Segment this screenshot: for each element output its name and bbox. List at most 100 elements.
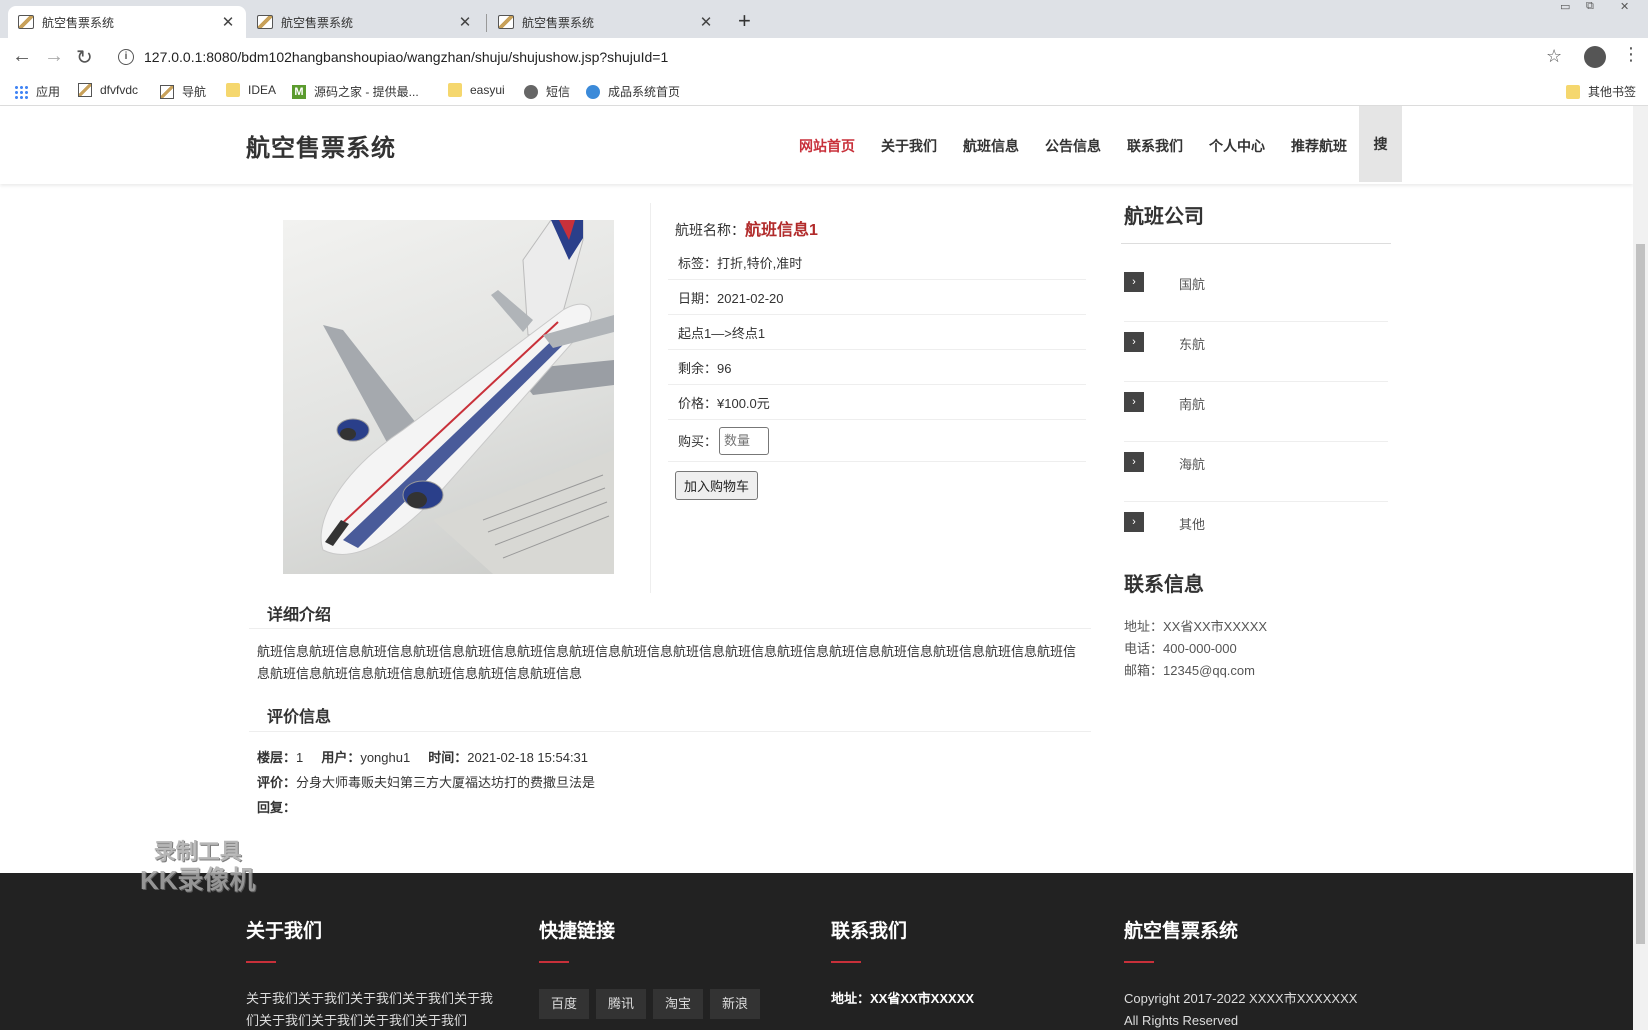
bookmark-daohang[interactable]: 导航 [160,83,206,100]
company-item[interactable]: › 南航 [1124,382,1388,442]
review-reply: 回复： [257,797,296,816]
footer-about-text: 关于我们关于我们关于我们关于我们关于我们关于我们关于我们关于我们关于我们 [246,991,494,1028]
company-item[interactable]: › 东航 [1124,322,1388,382]
browser-tab-1[interactable]: 航空售票系统 ✕ [8,6,246,38]
footer-link-sina[interactable]: 新浪 [710,989,761,1019]
contact-address: 地址：XX省XX市XXXXX [1124,619,1268,634]
buy-label: 购买： [678,434,718,449]
close-icon[interactable]: ✕ [457,13,473,31]
search-button[interactable]: 搜 [1359,106,1402,182]
footer-link-baidu[interactable]: 百度 [539,989,590,1019]
flight-price: 价格：¥100.0元 [668,385,1086,420]
site-info-icon[interactable]: i [118,49,134,65]
footer-accent-line [539,961,569,963]
company-label[interactable]: 南航 [1179,394,1205,413]
bookmark-homepage[interactable]: 成品系统首页 [586,83,680,100]
scrollbar-thumb[interactable] [1636,244,1645,944]
review-meta: 楼层：1 用户：yonghu1 时间：2021-02-18 15:54:31 [257,747,588,766]
flight-name-value: 航班信息1 [745,222,818,239]
footer-link-taobao[interactable]: 淘宝 [653,989,704,1019]
chevron-right-icon: › [1124,332,1144,352]
bookmark-idea[interactable]: IDEA [226,83,276,97]
intro-title: 详细介绍 [267,607,332,624]
nav-about[interactable]: 关于我们 [881,136,937,156]
company-label[interactable]: 海航 [1179,454,1205,473]
floor-label: 楼层： [257,750,297,765]
folder-icon [448,83,462,97]
bookmark-easyui[interactable]: easyui [448,83,505,97]
footer-link-tencent[interactable]: 腾讯 [596,989,647,1019]
bookmark-label: 导航 [182,85,207,99]
bookmark-apps[interactable]: 应用 [14,83,60,100]
quantity-input[interactable] [719,426,770,455]
chevron-right-icon: › [1124,512,1144,532]
site-footer: 关于我们 关于我们关于我们关于我们关于我们关于我们关于我们关于我们关于我们关于我… [0,873,1633,1030]
nav-contact[interactable]: 联系我们 [1127,136,1183,156]
reload-icon[interactable]: ↻ [76,45,93,70]
company-label[interactable]: 东航 [1179,334,1205,353]
nav-flights[interactable]: 航班信息 [963,136,1019,156]
content-divider [650,203,651,593]
footer-copyright: Copyright 2017-2022 XXXX市XXXXXXX All Rig… [1124,991,1358,1028]
company-item[interactable]: › 国航 [1124,262,1388,322]
chevron-right-icon: › [1124,452,1144,472]
nav-user-center[interactable]: 个人中心 [1209,136,1265,156]
close-icon[interactable]: ✕ [220,13,236,31]
minimize-icon[interactable]: ▭ [1560,0,1570,14]
bookmark-star-icon[interactable]: ☆ [1546,46,1562,67]
nav-recommended[interactable]: 推荐航班 [1291,136,1347,156]
flight-name-label: 航班名称： [675,222,745,238]
m-icon: M [292,84,306,99]
restore-icon[interactable]: ⧉ [1586,0,1594,14]
bookmark-other[interactable]: 其他书签 [1566,83,1636,100]
nav-notices[interactable]: 公告信息 [1045,136,1101,156]
bookmarks-bar: 应用 dfvfvdc 导航 IDEA M 源码之家 - 提供最... easyui… [0,76,1648,106]
site-logo[interactable]: 航空售票系统 [246,128,396,163]
url-text[interactable]: 127.0.0.1:8080/bdm102hangbanshoupiao/wan… [144,49,668,65]
company-item[interactable]: › 海航 [1124,442,1388,502]
contact-phone: 电话：400-000-000 [1124,641,1237,656]
page-favicon-icon [498,15,514,29]
company-item[interactable]: › 其他 [1124,502,1388,562]
folder-icon [1566,84,1580,99]
apps-icon [14,84,28,99]
company-label[interactable]: 国航 [1179,274,1205,293]
bookmark-sms[interactable]: 短信 [524,83,570,100]
close-icon[interactable]: ✕ [698,13,714,31]
tab-title: 航空售票系统 [281,15,354,30]
page-scrollbar[interactable] [1633,106,1648,1030]
bookmark-dfvfvdc[interactable]: dfvfvdc [78,83,138,97]
flight-remaining: 剩余：96 [668,350,1086,385]
back-arrow-icon[interactable]: ← [12,45,32,68]
companies-title: 航班公司 [1124,206,1204,228]
footer-about-title: 关于我们 [246,921,323,942]
page-favicon-icon [257,15,273,29]
bookmark-label: dfvfvdc [100,83,139,97]
add-to-cart-button[interactable]: 加入购物车 [675,471,759,500]
tab-title: 航空售票系统 [522,15,595,30]
flight-image [283,220,614,574]
address-bar[interactable]: i 127.0.0.1:8080/bdm102hangbanshoupiao/w… [112,42,1562,72]
nav-home[interactable]: 网站首页 [799,136,855,156]
footer-accent-line [831,961,861,963]
user-value: yonghu1 [360,750,411,765]
footer-accent-line [246,961,276,963]
browser-tab-2[interactable]: 航空售票系统 ✕ [247,6,483,38]
browser-tab-3[interactable]: 航空售票系统 ✕ [488,6,724,38]
bookmark-yuanma[interactable]: M 源码之家 - 提供最... [292,83,419,100]
company-label[interactable]: 其他 [1179,514,1205,533]
floor-value: 1 [296,750,304,765]
comment-value: 分身大师毒贩夫妇第三方大厦福达坊打的费撒旦法是 [296,775,596,790]
tab-title: 航空售票系统 [42,15,115,30]
bookmark-label: easyui [470,83,505,97]
reviews-divider [249,731,1091,732]
footer-contact-address: 地址：XX省XX市XXXXX [831,991,975,1006]
window-close-icon[interactable]: ✕ [1620,0,1629,14]
forward-arrow-icon[interactable]: → [44,45,64,68]
new-tab-icon[interactable]: + [738,8,751,34]
bookmark-label: 应用 [36,85,61,99]
reply-label: 回复： [257,800,297,815]
profile-avatar-icon[interactable] [1584,46,1606,68]
menu-kebab-icon[interactable]: ⋮ [1622,44,1640,65]
globe-icon [524,84,538,99]
